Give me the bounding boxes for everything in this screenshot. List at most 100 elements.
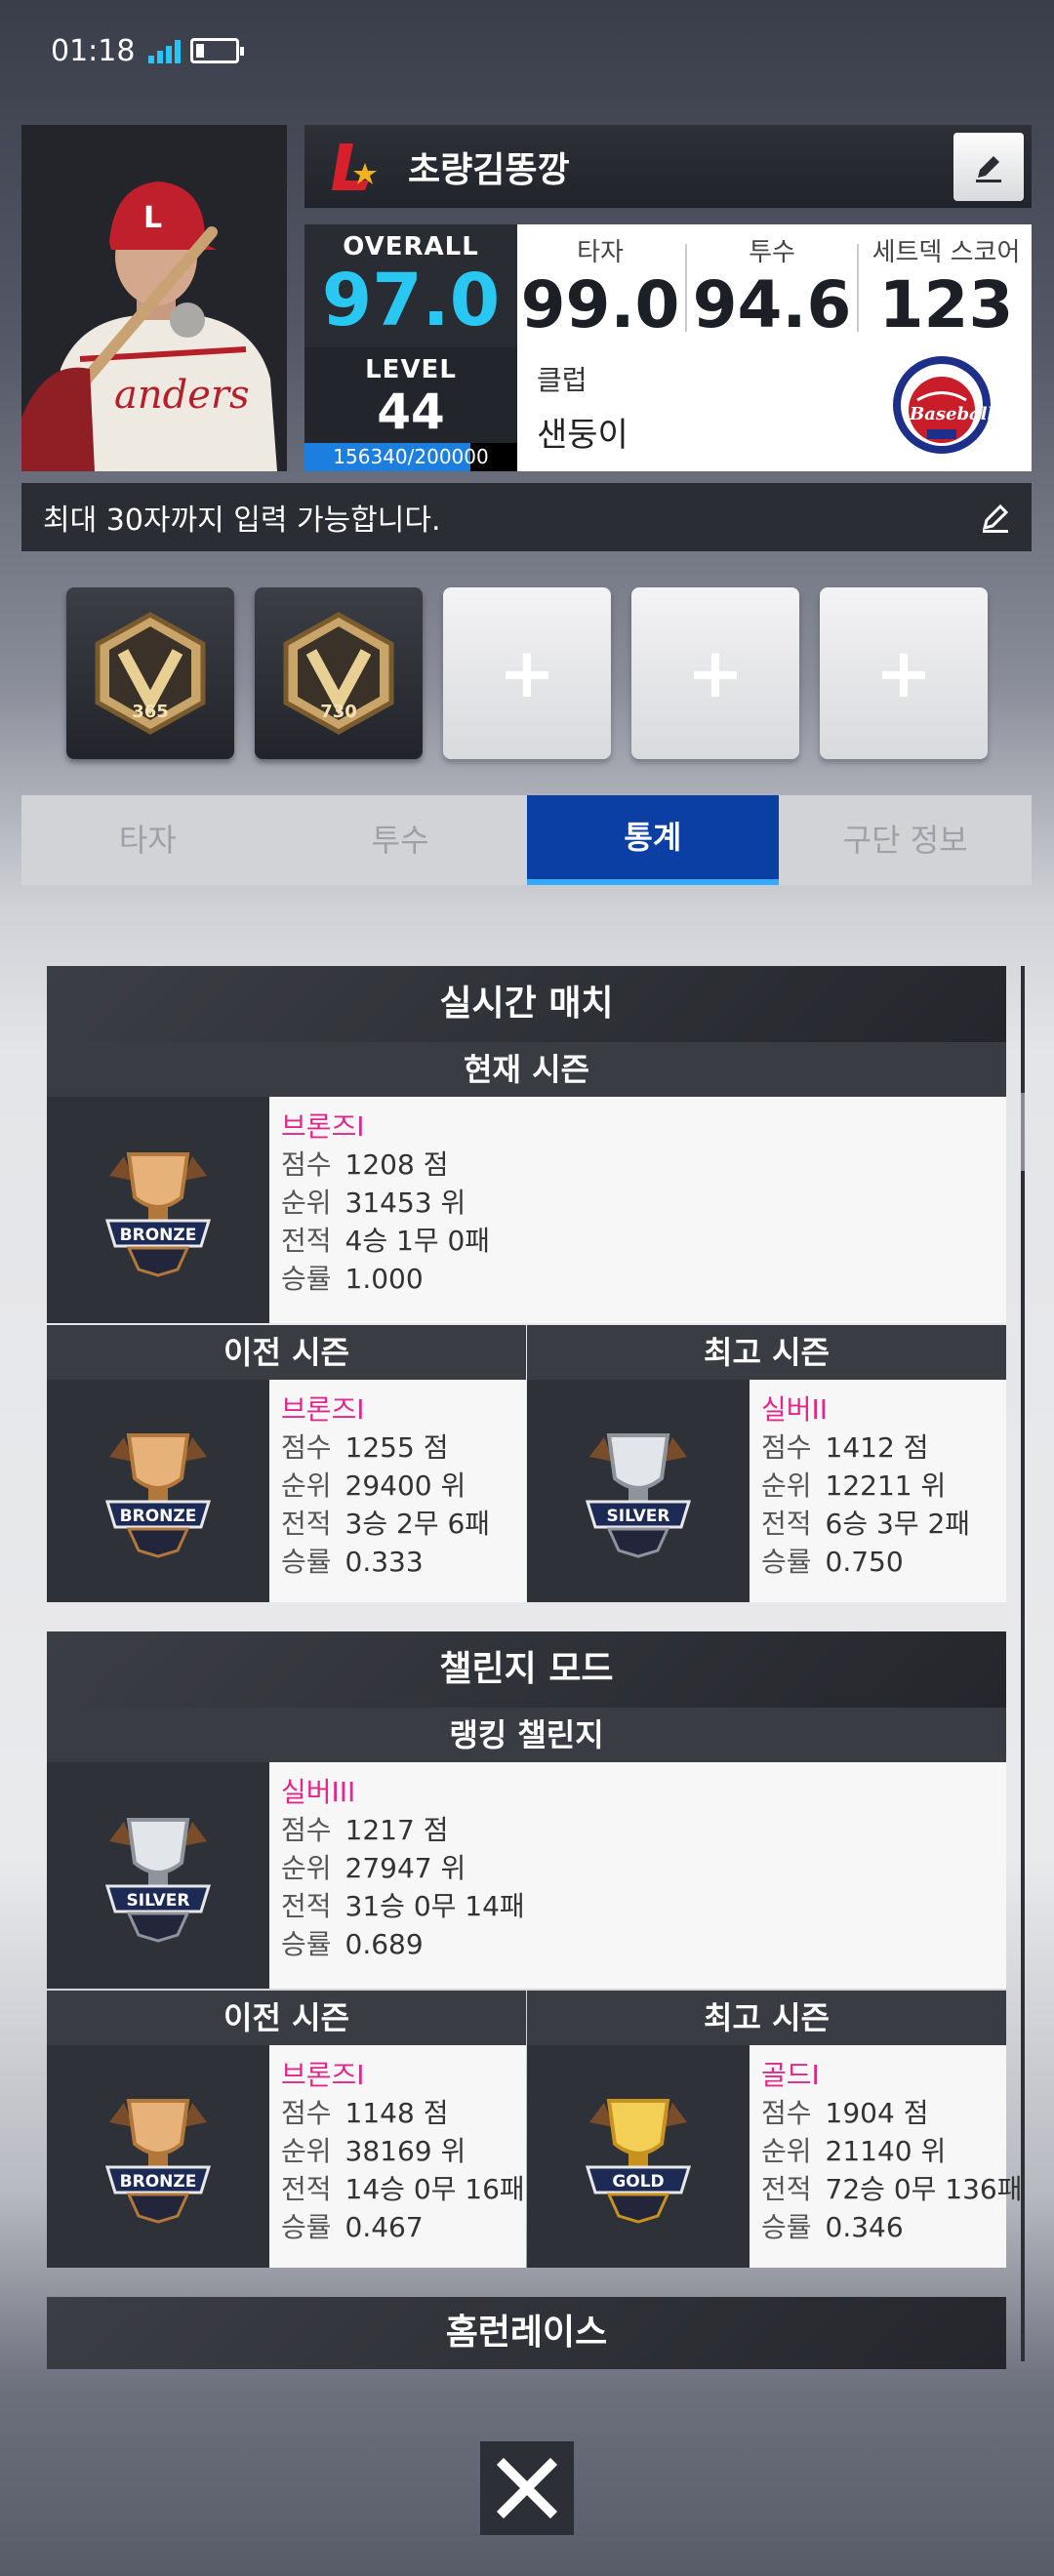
tab-club-info[interactable]: 구단 정보 xyxy=(779,795,1032,885)
season-info: 실버III 점수 1217 점 순위 27947 위 전적 31승 0무 14패 승률 0.68… xyxy=(269,1762,1006,1989)
tier-emblem-text: SILVER xyxy=(607,1507,670,1526)
bio-text: 최대 30자까지 입력 가능합니다. xyxy=(43,503,441,538)
best-season-header: 최고 시즌 xyxy=(527,1991,1006,2045)
tier-name: 브론즈I xyxy=(281,1393,365,1426)
close-button[interactable] xyxy=(480,2441,574,2535)
rate-label: 승률 xyxy=(761,2211,812,2243)
scrollbar-track[interactable] xyxy=(1021,966,1025,2361)
score-value: 1255 점 xyxy=(345,1431,449,1464)
score-label: 점수 xyxy=(281,1814,332,1846)
rate-value: 0.467 xyxy=(345,2211,424,2243)
scrollbar-thumb[interactable] xyxy=(1021,1093,1025,1171)
tier-name: 브론즈I xyxy=(281,2059,365,2091)
score-row: 점수 1904 점 xyxy=(761,2094,1006,2132)
tier-emblem-text: BRONZE xyxy=(120,2172,197,2192)
rate-row: 승률 0.689 xyxy=(281,1925,1006,1963)
record-row: 전적 3승 2무 6패 xyxy=(281,1505,526,1543)
tier-emblem: SILVER xyxy=(527,1380,750,1602)
tab-bar: 타자 투수 통계 구단 정보 xyxy=(21,795,1032,885)
clock: 01:18 xyxy=(51,33,136,68)
score-label: 점수 xyxy=(761,1431,812,1464)
team-logo-icon xyxy=(332,142,377,190)
tier-emblem: BRONZE xyxy=(47,1380,269,1602)
rank-row: 순위 27947 위 xyxy=(281,1849,1006,1887)
rate-row: 승률 0.346 xyxy=(761,2208,1006,2246)
rate-value: 1.000 xyxy=(345,1263,424,1295)
rank-label: 순위 xyxy=(281,2135,332,2167)
rank-row: 순위 21140 위 xyxy=(761,2132,1006,2170)
svg-text:anders: anders xyxy=(114,373,250,418)
badge-slot-empty[interactable]: + xyxy=(820,587,988,759)
tier-emblem-text: BRONZE xyxy=(120,1507,197,1526)
score-row: 점수 1255 점 xyxy=(281,1429,526,1467)
rank-row: 순위 31453 위 xyxy=(281,1184,1006,1222)
badge-365[interactable]: 365 xyxy=(66,587,234,759)
tab-batter[interactable]: 타자 xyxy=(21,795,274,885)
stat-pitcher: 투수 94.6 xyxy=(689,224,855,342)
record-label: 전적 xyxy=(761,2173,812,2205)
level-value: 44 xyxy=(377,383,445,440)
badge-730[interactable]: 730 xyxy=(255,587,423,759)
player-portrait[interactable]: anders L xyxy=(21,125,287,471)
profile-header: 초량김똥깡 xyxy=(304,125,1032,208)
season-info: 브론즈I 점수 1208 점 순위 31453 위 전적 4승 1무 0패 승률 1.000 xyxy=(269,1097,1006,1323)
rank-label: 순위 xyxy=(761,2135,812,2167)
badge-number: 365 xyxy=(132,702,169,722)
record-label: 전적 xyxy=(281,1890,332,1922)
badge-slot-empty[interactable]: + xyxy=(631,587,799,759)
badge-slot-empty[interactable]: + xyxy=(443,587,611,759)
rank-row: 순위 38169 위 xyxy=(281,2132,526,2170)
score-label: 점수 xyxy=(281,1431,332,1464)
score-value: 1412 점 xyxy=(825,1431,929,1464)
section-title-homerun: 홈런레이스 xyxy=(47,2297,1006,2369)
tier-emblem: GOLD xyxy=(527,2045,750,2268)
rate-row: 승률 0.333 xyxy=(281,1543,526,1581)
rank-label: 순위 xyxy=(281,1187,332,1219)
section-title-challenge: 챌린지 모드 xyxy=(47,1631,1006,1708)
stat-value: 99.0 xyxy=(520,267,680,342)
tier-emblem-icon: BRONZE xyxy=(104,1152,212,1277)
tab-pitcher[interactable]: 투수 xyxy=(274,795,527,885)
score-row: 점수 1148 점 xyxy=(281,2094,526,2132)
rate-label: 승률 xyxy=(281,1263,332,1295)
overall-box: OVERALL 97.0 xyxy=(304,224,517,347)
tier-emblem-icon: BRONZE xyxy=(104,2099,212,2224)
rank-value: 38169 위 xyxy=(345,2135,466,2167)
rate-value: 0.333 xyxy=(345,1546,424,1578)
stat-value: 94.6 xyxy=(692,267,852,342)
rank-label: 순위 xyxy=(281,1469,332,1502)
tier-emblem-icon: BRONZE xyxy=(104,1433,212,1558)
rank-label: 순위 xyxy=(281,1852,332,1884)
rate-row: 승률 1.000 xyxy=(281,1260,1006,1298)
pencil-icon[interactable] xyxy=(979,501,1012,534)
club-label: 클럽 xyxy=(537,364,588,396)
rank-value: 21140 위 xyxy=(825,2135,947,2167)
xp-text: 156340/200000 xyxy=(333,445,489,468)
level-label: LEVEL xyxy=(365,355,457,384)
score-row: 점수 1412 점 xyxy=(761,1429,1006,1467)
stat-setdeck: 세트덱 스코어 123 xyxy=(861,224,1032,342)
record-value: 31승 0무 14패 xyxy=(345,1890,525,1922)
tier-name: 실버II xyxy=(761,1393,829,1426)
tier-emblem-text: GOLD xyxy=(612,2172,664,2192)
svg-text:Baseball: Baseball xyxy=(909,404,994,424)
ranking-challenge-header: 랭킹 챌린지 xyxy=(47,1708,1006,1762)
record-label: 전적 xyxy=(281,1225,332,1257)
stat-batter: 타자 99.0 xyxy=(517,224,683,342)
overall-label: OVERALL xyxy=(343,232,479,262)
club-emblem-icon[interactable]: Baseball xyxy=(888,351,995,459)
rank-row: 순위 12211 위 xyxy=(761,1467,1006,1505)
rank-value: 12211 위 xyxy=(825,1469,947,1502)
tier-emblem: BRONZE xyxy=(47,2045,269,2268)
record-value: 14승 0무 16패 xyxy=(345,2173,525,2205)
score-value: 1148 점 xyxy=(345,2097,449,2129)
tab-stats[interactable]: 통계 xyxy=(526,795,780,885)
score-label: 점수 xyxy=(281,2097,332,2129)
bio-field[interactable]: 최대 30자까지 입력 가능합니다. xyxy=(21,483,1032,551)
record-row: 전적 72승 0무 136패 xyxy=(761,2170,1023,2208)
edit-nickname-button[interactable] xyxy=(953,132,1024,201)
tier-emblem-icon: SILVER xyxy=(585,1433,692,1558)
nickname: 초량김똥깡 xyxy=(408,149,570,190)
signal-icon xyxy=(148,38,182,63)
realtime-current-card: BRONZE 브론즈I 점수 1208 점 순위 31453 위 전적 4승 1무 0패 승률… xyxy=(47,1097,1006,1323)
